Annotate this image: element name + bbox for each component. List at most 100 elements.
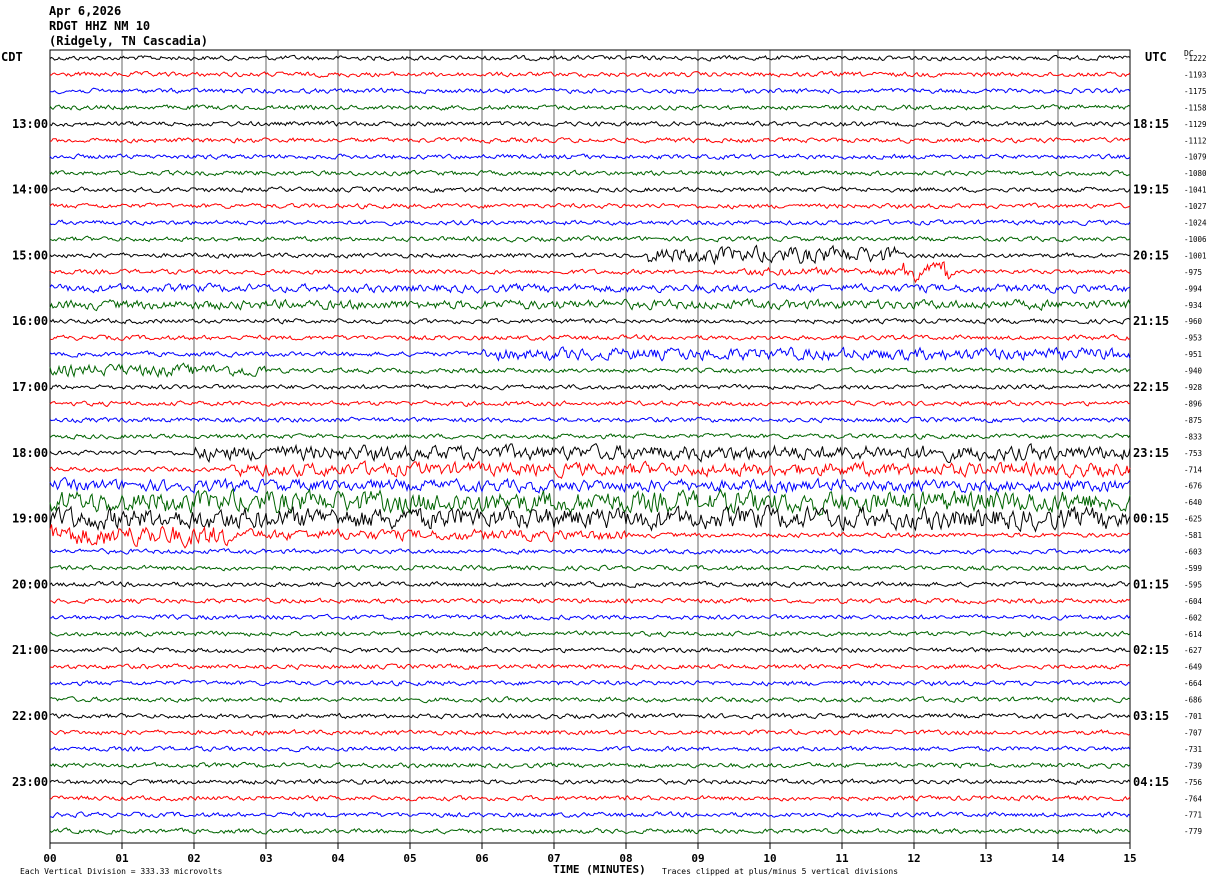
plot-frame — [49, 49, 1131, 844]
seismic-traces — [49, 54, 1131, 835]
x-tick-label: 15 — [1123, 852, 1136, 865]
trace-line — [49, 745, 1131, 753]
dc-offset-label: -602 — [1184, 613, 1202, 622]
dc-offset-label: -779 — [1184, 827, 1202, 836]
dc-offset-label: -1080 — [1184, 169, 1207, 178]
trace-line — [49, 416, 1131, 424]
footer-scale-note: Each Vertical Division = 333.33 microvol… — [20, 867, 223, 876]
dc-offset-label: -1027 — [1184, 202, 1207, 211]
dc-offset-label: -1175 — [1184, 87, 1207, 96]
dc-offset-label: -896 — [1184, 399, 1203, 408]
dc-offset-label: -581 — [1184, 531, 1202, 540]
right-hour-label: 02:15 — [1133, 643, 1169, 657]
trace-line — [49, 186, 1131, 194]
trace-line — [49, 663, 1131, 671]
trace-line — [49, 597, 1131, 605]
right-hour-label: 03:15 — [1133, 709, 1169, 723]
dc-offset-label: -928 — [1184, 383, 1203, 392]
x-tick-label: 12 — [907, 852, 920, 865]
trace-line — [49, 712, 1131, 720]
trace-line — [49, 811, 1131, 819]
dc-label: DC — [1184, 49, 1194, 58]
dc-offset-label: -1024 — [1184, 219, 1207, 228]
trace-line — [49, 696, 1131, 704]
left-hour-label: 16:00 — [12, 314, 48, 328]
right-hour-label: 22:15 — [1133, 380, 1169, 394]
trace-line — [49, 54, 1131, 62]
x-tick-label: 04 — [331, 852, 345, 865]
dc-offset-label: -934 — [1184, 301, 1203, 310]
dc-offset-label: -764 — [1184, 794, 1203, 803]
dc-offset-label: -701 — [1184, 712, 1202, 721]
trace-line — [49, 346, 1131, 362]
x-tick-label: 01 — [115, 852, 129, 865]
right-timezone-label: UTC — [1145, 50, 1167, 64]
trace-line — [49, 547, 1131, 555]
trace-line — [49, 827, 1131, 835]
trace-line — [49, 761, 1131, 769]
trace-line — [49, 460, 1131, 479]
dc-offset-label: -1193 — [1184, 70, 1207, 79]
trace-line — [49, 613, 1131, 621]
right-hour-label: 18:15 — [1133, 117, 1169, 131]
dc-offset-label: -676 — [1184, 482, 1203, 491]
left-hour-label: 22:00 — [12, 709, 48, 723]
x-axis-title: TIME (MINUTES) — [553, 863, 646, 876]
trace-line — [49, 153, 1131, 160]
trace-line — [49, 120, 1131, 128]
dc-offset-label: -604 — [1184, 597, 1203, 606]
dc-offset-label: -753 — [1184, 449, 1202, 458]
trace-line — [49, 646, 1131, 654]
dc-offset-label: -875 — [1184, 416, 1202, 425]
dc-offset-label: -627 — [1184, 646, 1202, 655]
dc-offset-label: -603 — [1184, 548, 1202, 557]
dc-offset-label: -1079 — [1184, 153, 1207, 162]
trace-line — [49, 564, 1131, 572]
dc-offset-label: -951 — [1184, 350, 1202, 359]
trace-line — [49, 432, 1131, 440]
right-hour-label: 19:15 — [1133, 183, 1169, 197]
right-hour-label: 04:15 — [1133, 775, 1169, 789]
trace-line — [49, 362, 1131, 379]
trace-line — [49, 476, 1131, 495]
trace-line — [49, 235, 1131, 243]
x-tick-label: 00 — [43, 852, 56, 865]
trace-line — [49, 104, 1131, 111]
right-hour-label: 21:15 — [1133, 314, 1169, 328]
dc-offset-label: -1001 — [1184, 251, 1207, 260]
dc-offset-label: -599 — [1184, 564, 1202, 573]
seismogram-chart: 00 01 02 03 04 05 06 07 08 09 10 11 12 13 14 15-1222-11… — [12, 49, 1207, 865]
x-tick-label: 09 — [691, 852, 704, 865]
trace-line — [49, 728, 1131, 736]
trace-line — [49, 580, 1131, 589]
trace-line — [49, 794, 1131, 802]
x-tick-label: 05 — [403, 852, 416, 865]
trace-line — [49, 679, 1131, 687]
dc-offset-label: -731 — [1184, 745, 1202, 754]
trace-line — [49, 317, 1131, 325]
header-date: Apr 6,2026 — [49, 4, 122, 18]
dc-offset-label: -1041 — [1184, 186, 1207, 195]
trace-line — [49, 383, 1131, 391]
left-hour-label: 18:00 — [12, 446, 48, 460]
dc-offset-label: -686 — [1184, 696, 1203, 705]
left-hour-label: 17:00 — [12, 380, 48, 394]
dc-offset-label: -771 — [1184, 811, 1202, 820]
trace-line — [49, 778, 1131, 786]
dc-offset-label: -595 — [1184, 580, 1202, 589]
dc-offset-label: -1129 — [1184, 120, 1207, 129]
trace-line — [49, 333, 1131, 342]
dc-offset-label: -1112 — [1184, 136, 1207, 145]
dc-offset-label: -640 — [1184, 498, 1203, 507]
dc-offset-label: -664 — [1184, 679, 1203, 688]
left-timezone-label: CDT — [1, 50, 23, 64]
footer-clip-note: Traces clipped at plus/minus 5 vertical … — [662, 867, 899, 876]
trace-line — [49, 442, 1131, 464]
trace-line — [49, 298, 1131, 312]
left-hour-label: 19:00 — [12, 512, 48, 526]
dc-offset-label: -756 — [1184, 778, 1203, 787]
right-hour-label: 00:15 — [1133, 512, 1169, 526]
header-location: (Ridgely, TN Cascadia) — [49, 34, 208, 48]
trace-line — [49, 70, 1131, 78]
dc-offset-label: -975 — [1184, 268, 1202, 277]
